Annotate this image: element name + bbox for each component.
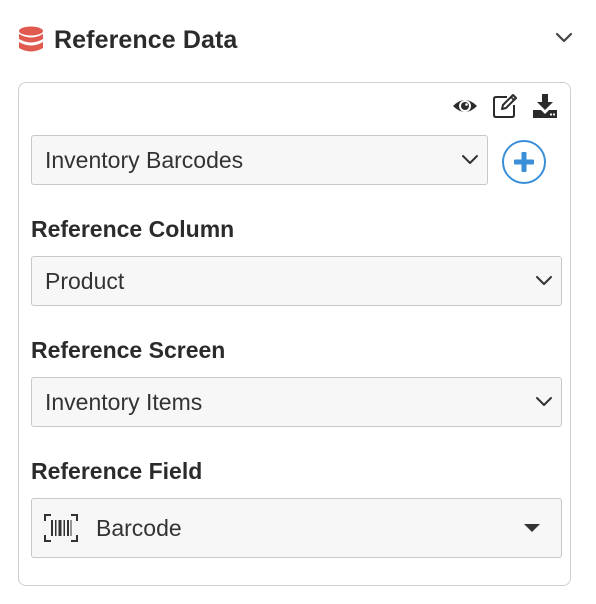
reference-field-value: Barcode (96, 514, 182, 541)
reference-column-label: Reference Column (31, 216, 235, 242)
section-title: Reference Data (54, 25, 238, 54)
edit-icon[interactable] (492, 93, 518, 119)
reference-screen-value: Inventory Items (45, 388, 203, 415)
reference-table-value: Inventory Barcodes (45, 146, 244, 173)
chevron-down-icon (536, 397, 552, 406)
reference-data-panel: Inventory Barcodes Reference Column Prod… (18, 82, 571, 586)
chevron-down-icon[interactable] (552, 26, 576, 50)
section-header: Reference Data (18, 22, 578, 58)
barcode-icon (44, 514, 78, 542)
reference-field-select[interactable]: Barcode (31, 498, 562, 558)
reference-table-select[interactable]: Inventory Barcodes (31, 135, 488, 185)
download-icon[interactable] (532, 93, 558, 119)
panel-toolbar (452, 93, 558, 119)
reference-column-value: Product (45, 267, 125, 294)
reference-screen-label: Reference Screen (31, 337, 226, 363)
plus-circle-icon[interactable] (501, 139, 547, 185)
reference-screen-select[interactable]: Inventory Items (31, 377, 562, 427)
chevron-down-icon (462, 155, 478, 164)
reference-column-select[interactable]: Product (31, 256, 562, 306)
eye-icon[interactable] (452, 93, 478, 119)
caret-down-icon (524, 524, 540, 532)
database-icon (19, 26, 43, 52)
chevron-down-icon (536, 276, 552, 285)
reference-field-label: Reference Field (31, 458, 203, 484)
